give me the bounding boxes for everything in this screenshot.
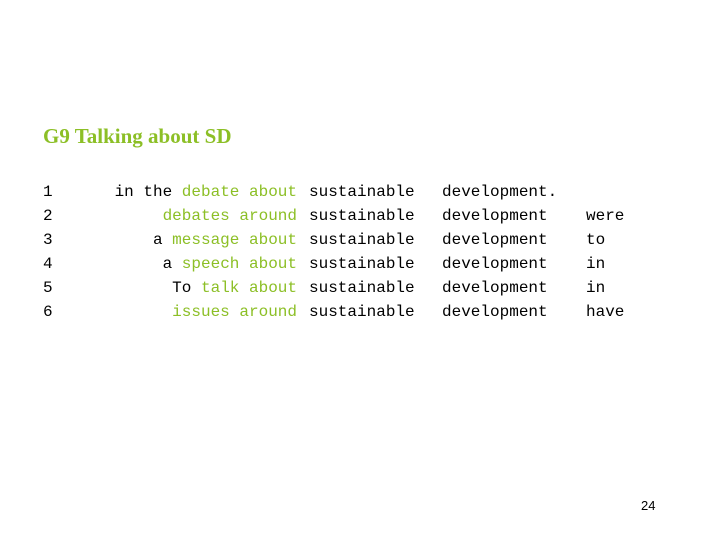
concordance-row: 2 debates around sustainable development… — [43, 204, 666, 228]
left-context-post: about — [239, 279, 297, 297]
left-context: To talk about — [67, 276, 297, 300]
line-number: 3 — [43, 231, 53, 249]
left-context: a message about — [67, 228, 297, 252]
line-number: 4 — [43, 255, 53, 273]
concordance-row: 4 a speech about sustainable development… — [43, 252, 666, 276]
line-number: 2 — [43, 207, 53, 225]
keyword-sustainable: sustainable — [309, 207, 415, 225]
left-context-pre: in the — [114, 183, 182, 201]
highlighted-word: issues — [172, 303, 230, 321]
left-context-post: about — [239, 183, 297, 201]
line-number: 6 — [43, 303, 53, 321]
concordance-row: 6 issues around sustainable development … — [43, 300, 666, 324]
keyword-sustainable: sustainable — [309, 255, 415, 273]
right-context: were — [586, 207, 625, 225]
concordance-row: 1 in the debate about sustainable develo… — [43, 180, 666, 204]
left-context-pre: a — [162, 255, 182, 273]
right-context: in — [586, 255, 606, 273]
left-context: in the debate about — [67, 180, 297, 204]
right-context: in — [586, 279, 606, 297]
left-context-pre: To — [172, 279, 201, 297]
keyword-sustainable: sustainable — [309, 183, 415, 201]
keyword-development: development — [442, 231, 548, 249]
left-context-post: around — [229, 207, 297, 225]
keyword-development: development — [442, 207, 548, 225]
line-number: 1 — [43, 183, 53, 201]
slide-title: G9 Talking about SD — [43, 124, 232, 148]
keyword-development: development. — [442, 183, 558, 201]
left-context-pre: a — [152, 231, 173, 249]
left-context-post: about — [239, 231, 297, 249]
left-context: debates around — [67, 204, 297, 228]
concordance-table: 1 in the debate about sustainable develo… — [43, 180, 666, 324]
left-context-post: about — [239, 255, 297, 273]
concordance-row: 5 To talk about sustainable development … — [43, 276, 666, 300]
keyword-development: development — [442, 303, 548, 321]
left-context: a speech about — [67, 252, 297, 276]
keyword-sustainable: sustainable — [309, 231, 415, 249]
keyword-development: development — [442, 255, 548, 273]
left-context: issues around — [67, 300, 297, 324]
page-number: 24 — [641, 498, 656, 513]
highlighted-word: debate — [181, 183, 240, 201]
highlighted-word: message — [172, 231, 240, 249]
concordance-row: 3 a message about sustainable developmen… — [43, 228, 666, 252]
line-number: 5 — [43, 279, 53, 297]
keyword-development: development — [442, 279, 548, 297]
highlighted-word: speech — [181, 255, 240, 273]
keyword-sustainable: sustainable — [309, 303, 415, 321]
right-context: have — [586, 303, 625, 321]
right-context — [586, 180, 666, 204]
keyword-sustainable: sustainable — [309, 279, 415, 297]
right-context: to — [586, 231, 606, 249]
highlighted-word: debates — [162, 207, 230, 225]
highlighted-word: talk — [200, 279, 240, 297]
left-context-post: around — [229, 303, 297, 321]
